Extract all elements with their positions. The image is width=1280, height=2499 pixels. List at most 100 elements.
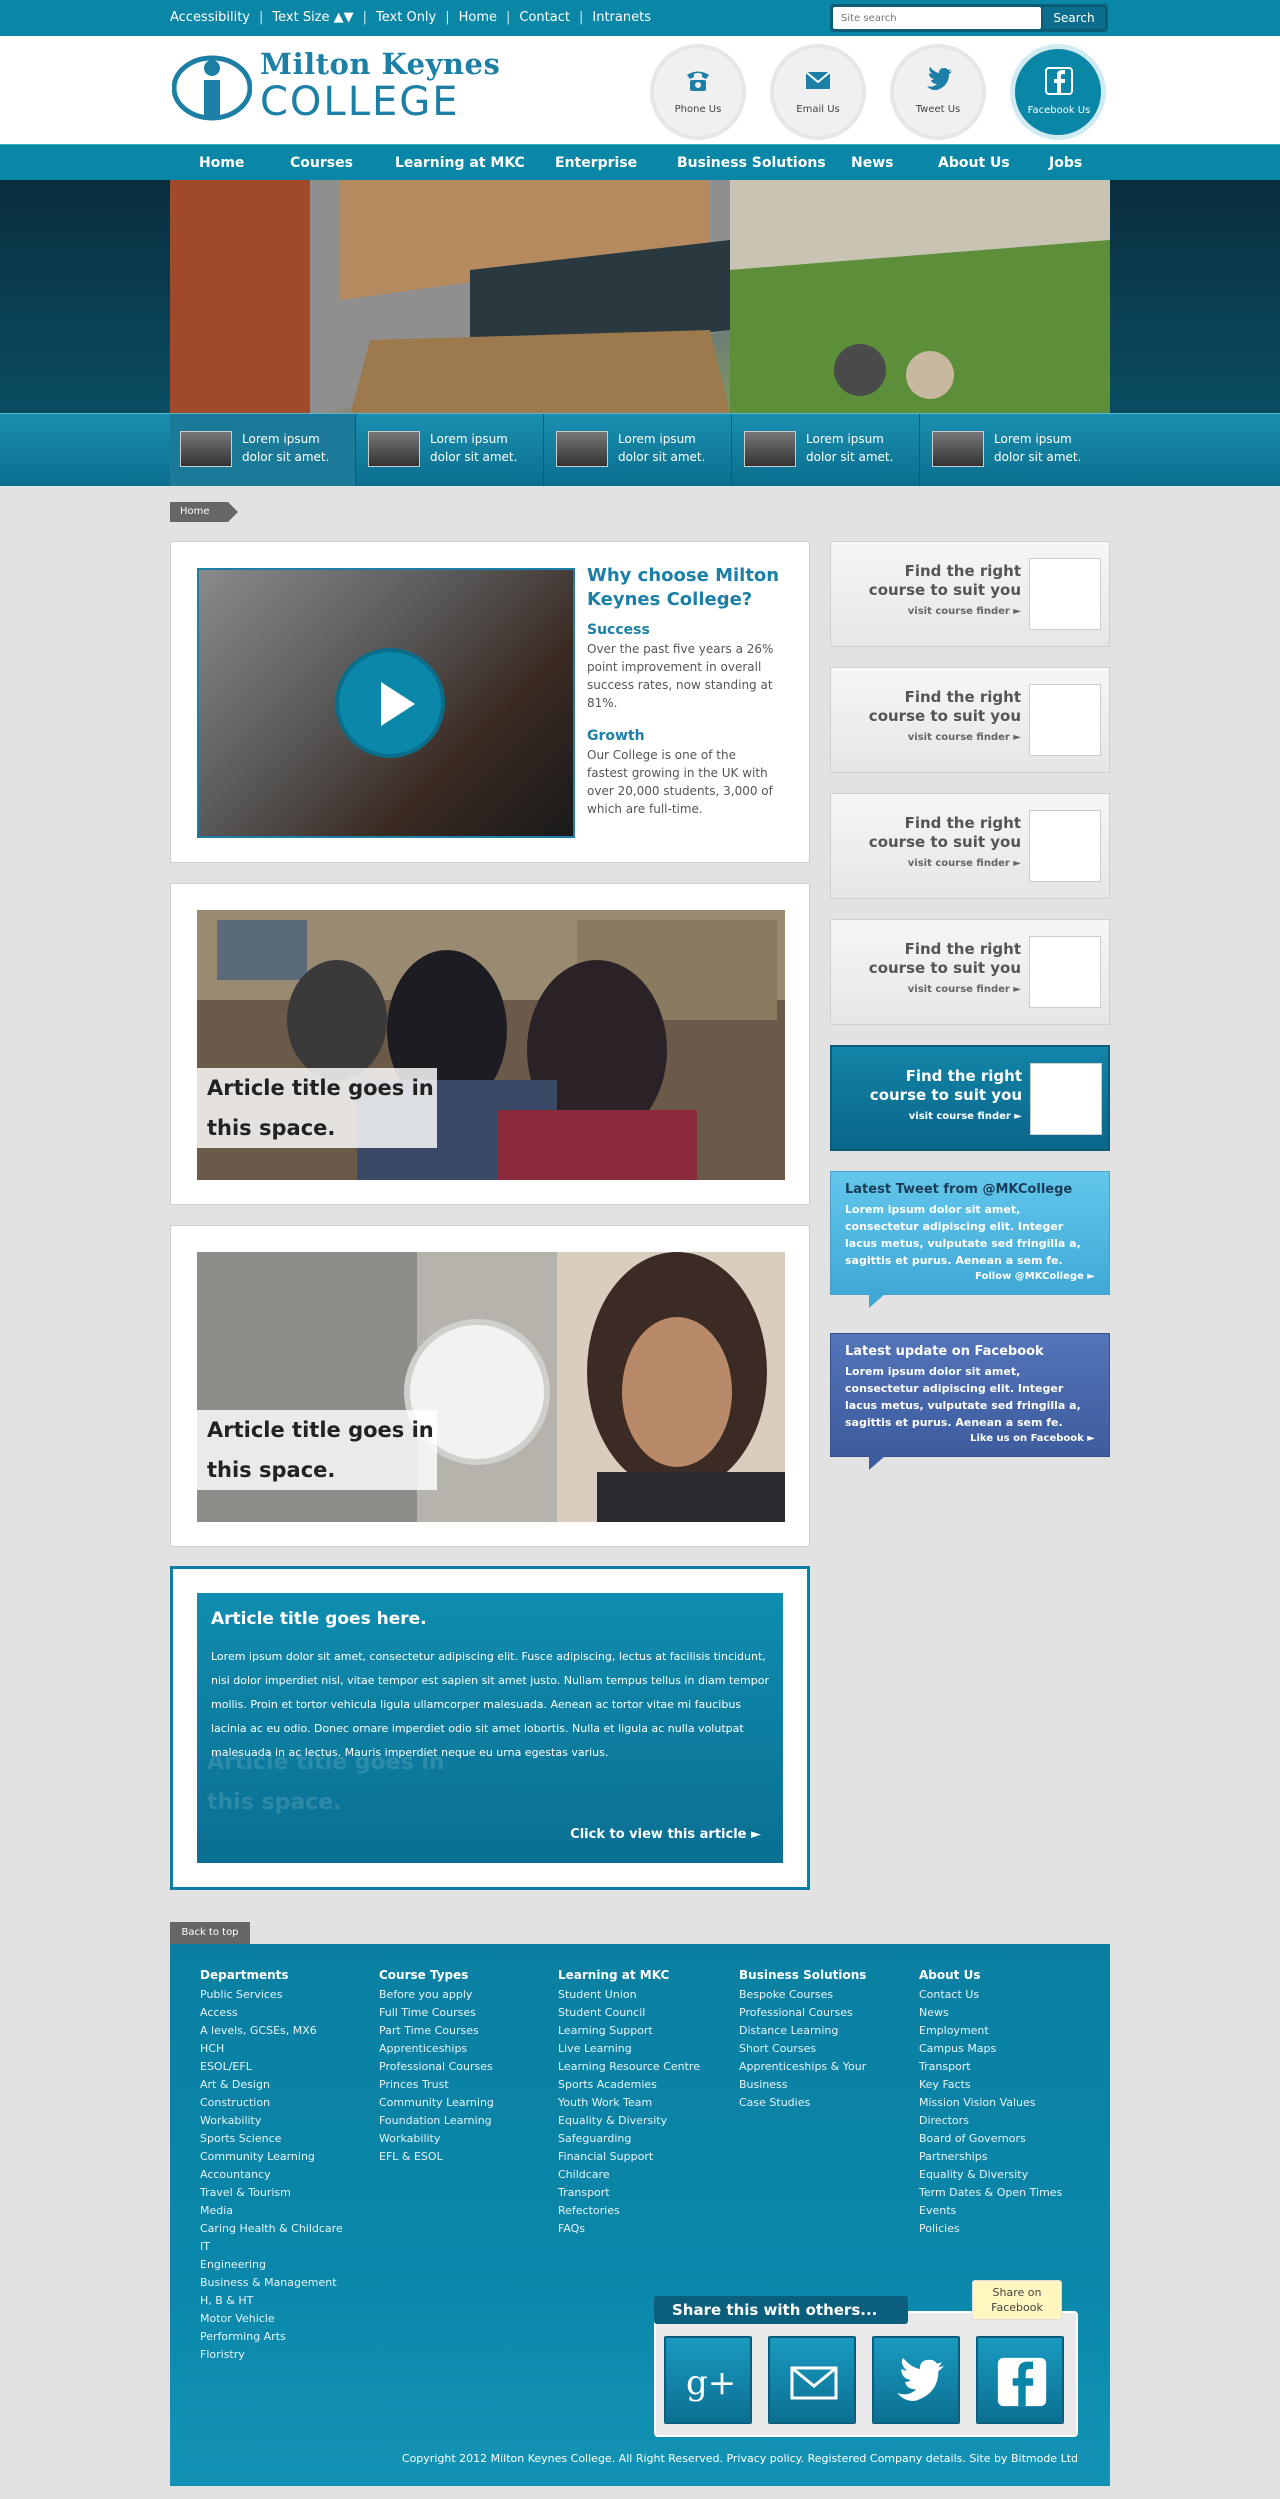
slide-thumb[interactable]: Lorem ipsum dolor sit amet.: [170, 414, 356, 486]
course-finder-box[interactable]: Find the right course to suit you visit …: [830, 541, 1110, 647]
share-twitter-button[interactable]: [872, 2336, 960, 2424]
breadcrumb-home[interactable]: Home: [170, 502, 238, 522]
contact-link[interactable]: Contact: [519, 10, 570, 25]
footer-link[interactable]: Employment: [919, 2022, 1062, 2040]
footer-link[interactable]: Media: [200, 2202, 343, 2220]
footer-link[interactable]: FAQs: [558, 2220, 700, 2238]
footer-link[interactable]: Engineering: [200, 2256, 343, 2274]
footer-link[interactable]: Sports Science: [200, 2130, 343, 2148]
footer-link[interactable]: HCH: [200, 2040, 343, 2058]
email-us-button[interactable]: Email Us: [770, 44, 866, 140]
footer-link[interactable]: Events: [919, 2202, 1062, 2220]
footer-link[interactable]: Mission Vision Values: [919, 2094, 1062, 2112]
footer-link[interactable]: Before you apply: [379, 1986, 494, 2004]
footer-link[interactable]: Sports Academies: [558, 2076, 700, 2094]
phone-us-button[interactable]: Phone Us: [650, 44, 746, 140]
nav-jobs[interactable]: Jobs: [1049, 155, 1082, 171]
footer-link[interactable]: Bespoke Courses: [739, 1986, 866, 2004]
article-image[interactable]: Article title goes in this space.: [197, 1252, 785, 1522]
course-finder-box-active[interactable]: Find the right course to suit you visit …: [830, 1045, 1110, 1151]
share-email-button[interactable]: [768, 2336, 856, 2424]
footer-link[interactable]: IT: [200, 2238, 343, 2256]
footer-link[interactable]: EFL & ESOL: [379, 2148, 494, 2166]
footer-link[interactable]: Campus Maps: [919, 2040, 1062, 2058]
footer-link[interactable]: Student Union: [558, 1986, 700, 2004]
back-to-top-button[interactable]: Back to top: [170, 1922, 250, 1944]
college-logo-icon[interactable]: [172, 54, 252, 122]
footer-link[interactable]: Board of Governors: [919, 2130, 1062, 2148]
footer-link[interactable]: Art & Design: [200, 2076, 343, 2094]
tweet-us-button[interactable]: Tweet Us: [890, 44, 986, 140]
footer-link[interactable]: Full Time Courses: [379, 2004, 494, 2022]
facebook-us-button[interactable]: Facebook Us: [1010, 44, 1106, 140]
course-finder-box[interactable]: Find the right course to suit you visit …: [830, 667, 1110, 773]
footer-link[interactable]: Princes Trust: [379, 2076, 494, 2094]
article-title[interactable]: Article title goes in this space.: [197, 1068, 437, 1148]
footer-link[interactable]: Community Learning: [379, 2094, 494, 2112]
view-article-link[interactable]: Click to view this article ►: [570, 1827, 761, 1842]
footer-link[interactable]: Distance Learning: [739, 2022, 866, 2040]
course-finder-link[interactable]: visit course finder ►: [851, 858, 1021, 869]
footer-link[interactable]: Childcare: [558, 2166, 700, 2184]
footer-link[interactable]: A levels, GCSEs, MX6: [200, 2022, 343, 2040]
footer-link[interactable]: Learning Resource Centre: [558, 2058, 700, 2076]
search-input[interactable]: [833, 7, 1041, 29]
article-title[interactable]: Article title goes in this space.: [197, 1410, 437, 1490]
slide-thumb[interactable]: Lorem ipsum dolor sit amet.: [922, 414, 1108, 486]
course-finder-link[interactable]: visit course finder ►: [852, 1111, 1022, 1122]
footer-link[interactable]: Apprenticeships & Your: [739, 2058, 866, 2076]
footer-link[interactable]: Directors: [919, 2112, 1062, 2130]
footer-link[interactable]: Partnerships: [919, 2148, 1062, 2166]
course-finder-link[interactable]: visit course finder ►: [851, 606, 1021, 617]
search-button[interactable]: Search: [1043, 7, 1105, 29]
footer-link[interactable]: Motor Vehicle: [200, 2310, 343, 2328]
course-finder-link[interactable]: visit course finder ►: [851, 984, 1021, 995]
footer-link[interactable]: Travel & Tourism: [200, 2184, 343, 2202]
home-link[interactable]: Home: [459, 10, 497, 25]
footer-link[interactable]: Part Time Courses: [379, 2022, 494, 2040]
article-card[interactable]: Article title goes in this space.: [170, 1225, 810, 1547]
nav-business[interactable]: Business Solutions: [677, 155, 826, 171]
footer-link[interactable]: Financial Support: [558, 2148, 700, 2166]
footer-link[interactable]: Floristry: [200, 2346, 343, 2364]
footer-link[interactable]: Policies: [919, 2220, 1062, 2238]
footer-link[interactable]: Access: [200, 2004, 343, 2022]
footer-link[interactable]: Equality & Diversity: [558, 2112, 700, 2130]
footer-link[interactable]: Professional Courses: [739, 2004, 866, 2022]
footer-link[interactable]: Safeguarding: [558, 2130, 700, 2148]
nav-enterprise[interactable]: Enterprise: [555, 155, 637, 171]
footer-link[interactable]: Refectories: [558, 2202, 700, 2220]
follow-link[interactable]: Follow @MKCollege ►: [975, 1271, 1095, 1282]
play-icon[interactable]: [335, 648, 445, 758]
footer-link[interactable]: Performing Arts: [200, 2328, 343, 2346]
footer-link[interactable]: Equality & Diversity: [919, 2166, 1062, 2184]
text-size-link[interactable]: Text Size ▲▼: [272, 10, 353, 25]
footer-link[interactable]: Workability: [200, 2112, 343, 2130]
slide-thumb[interactable]: Lorem ipsum dolor sit amet.: [358, 414, 544, 486]
footer-link[interactable]: Short Courses: [739, 2040, 866, 2058]
nav-about[interactable]: About Us: [938, 155, 1010, 171]
footer-link[interactable]: H, B & HT: [200, 2292, 343, 2310]
nav-learning[interactable]: Learning at MKC: [395, 155, 525, 171]
footer-link[interactable]: Case Studies: [739, 2094, 866, 2112]
footer-link[interactable]: Professional Courses: [379, 2058, 494, 2076]
like-link[interactable]: Like us on Facebook ►: [970, 1433, 1095, 1444]
share-google-plus-button[interactable]: g+: [664, 2336, 752, 2424]
accessibility-link[interactable]: Accessibility: [170, 10, 250, 25]
footer-link[interactable]: Key Facts: [919, 2076, 1062, 2094]
course-finder-link[interactable]: visit course finder ►: [851, 732, 1021, 743]
footer-link[interactable]: Community Learning: [200, 2148, 343, 2166]
slide-thumb[interactable]: Lorem ipsum dolor sit amet.: [546, 414, 732, 486]
footer-link[interactable]: Public Services: [200, 1986, 343, 2004]
footer-link[interactable]: Learning Support: [558, 2022, 700, 2040]
course-finder-box[interactable]: Find the right course to suit you visit …: [830, 793, 1110, 899]
nav-courses[interactable]: Courses: [290, 155, 353, 171]
intranets-link[interactable]: Intranets: [592, 10, 651, 25]
footer-link[interactable]: Contact Us: [919, 1986, 1062, 2004]
footer-link[interactable]: Live Learning: [558, 2040, 700, 2058]
footer-link[interactable]: Student Council: [558, 2004, 700, 2022]
nav-home[interactable]: Home: [199, 155, 244, 171]
share-facebook-button[interactable]: [976, 2336, 1064, 2424]
footer-link[interactable]: News: [919, 2004, 1062, 2022]
footer-link[interactable]: Caring Health & Childcare: [200, 2220, 343, 2238]
